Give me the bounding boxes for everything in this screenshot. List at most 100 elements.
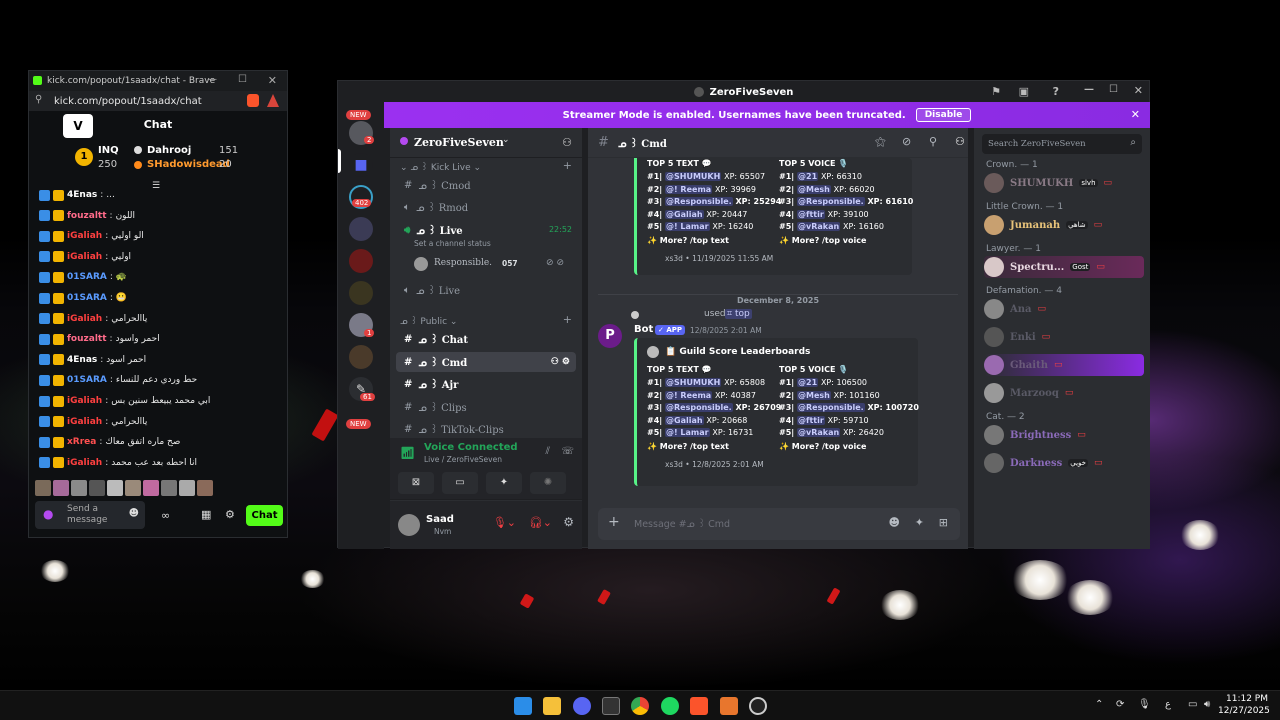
command-mention[interactable]: ⌗ top xyxy=(725,309,752,319)
search-input[interactable]: Search ZeroFiveSeven ⌕ xyxy=(982,134,1142,154)
clock-date[interactable]: 12/27/2025 xyxy=(1218,706,1270,716)
chat-username[interactable]: 01SARA xyxy=(67,293,107,303)
close-banner-icon[interactable]: ✕ xyxy=(1131,108,1140,121)
emote-thumbnail[interactable] xyxy=(107,480,123,496)
avatar[interactable] xyxy=(398,514,420,536)
chrome-icon[interactable] xyxy=(631,697,649,715)
user-mention[interactable]: @! Reema xyxy=(665,184,713,194)
mute-icon[interactable]: 🎙︎⌄ xyxy=(493,516,516,529)
bot-name[interactable]: Bot xyxy=(634,324,653,335)
user-mention[interactable]: @Responsible. xyxy=(797,403,865,413)
gear-icon[interactable]: ⚇ ⚙ xyxy=(551,357,570,367)
disable-button[interactable]: Disable xyxy=(915,108,972,122)
apps-icon[interactable]: ✦ xyxy=(915,516,924,529)
emote-thumbnail[interactable] xyxy=(89,480,105,496)
server-avatar[interactable] xyxy=(349,249,373,273)
add-channel-icon[interactable]: + xyxy=(563,313,572,326)
user-mention[interactable]: @21 xyxy=(797,378,819,387)
channel-tiktok-clips[interactable]: # ᓄ ꒱ TikTok-Clips xyxy=(396,419,576,439)
file-explorer-icon[interactable] xyxy=(543,697,561,715)
store-icon[interactable]: ▦ xyxy=(201,508,211,521)
microphone-icon[interactable]: ● xyxy=(43,507,53,521)
chat-username[interactable]: 01SARA xyxy=(67,272,107,282)
member-item[interactable]: SHUMUKH slvh ▭ xyxy=(984,172,1144,194)
member-item[interactable]: Spectru... Gost ▭ xyxy=(984,256,1144,278)
activities-button[interactable]: ✦ xyxy=(486,472,522,494)
user-mention[interactable]: @21 xyxy=(797,172,819,181)
emote-thumbnail[interactable] xyxy=(35,480,51,496)
server-avatar[interactable] xyxy=(349,345,373,369)
user-mention[interactable]: @Mesh xyxy=(797,390,831,400)
soundboard-button[interactable]: ✺ xyxy=(530,472,566,494)
chat-username[interactable]: iGaliah xyxy=(67,231,102,241)
member-item[interactable]: Ghaith ▭ xyxy=(984,354,1144,376)
channel-ajr[interactable]: # ᓄ ꒱ Ajr xyxy=(396,374,576,394)
microphone-icon[interactable]: 🎙︎ xyxy=(1138,699,1151,710)
user-mention[interactable]: @Responsible. xyxy=(665,197,733,207)
chat-username[interactable]: iGaliah xyxy=(67,417,102,427)
user-mention[interactable]: @! Lamar xyxy=(665,428,710,438)
category-kick-live[interactable]: ⌄ ᓄ ꒱ Kick Live ⌄ xyxy=(400,161,481,173)
address-bar[interactable]: ⚲ kick.com/popout/1saadx/chat xyxy=(29,91,287,111)
bot-avatar[interactable]: P xyxy=(598,324,622,348)
gift-icon[interactable]: ⊞ xyxy=(939,516,948,529)
emote-thumbnail[interactable] xyxy=(143,480,159,496)
channel-clips[interactable]: # ᓄ ꒱ Clips xyxy=(396,397,576,417)
member-item[interactable]: Jumanah شاهي ▭ xyxy=(984,214,1144,236)
emoji-icon[interactable]: ☻ xyxy=(129,508,139,519)
flag-icon[interactable]: ⚑ xyxy=(991,85,1001,98)
user-mention[interactable]: @! Reema xyxy=(665,390,713,400)
site-info-icon[interactable]: ⚲ xyxy=(35,94,42,105)
inbox-icon[interactable]: ▣ xyxy=(1019,85,1029,98)
member-item[interactable]: Enki ▭ xyxy=(984,326,1144,348)
channel-cmod[interactable]: # ᓄ ꒱ Cmod xyxy=(396,175,576,195)
channel-cmd[interactable]: # ᓄ ꒱ Cmd ⚇ ⚙ xyxy=(396,352,576,372)
emote-thumbnail[interactable] xyxy=(71,480,87,496)
add-channel-icon[interactable]: + xyxy=(563,159,572,172)
user-mention[interactable]: @Galiah xyxy=(665,415,704,425)
network-icon[interactable]: ▭ xyxy=(1188,699,1197,710)
camera-off-button[interactable]: ⊠ xyxy=(398,472,434,494)
minimize-icon[interactable]: — xyxy=(207,74,217,85)
message-input[interactable]: + Message #ᓄ ꒱ Cmd ☻ ✦ ⊞ xyxy=(598,508,960,540)
chat-send-button[interactable]: Chat xyxy=(246,505,283,526)
close-icon[interactable]: ✕ xyxy=(1134,84,1143,97)
threads-icon[interactable]: ⚝ xyxy=(875,135,886,149)
channel-rmod[interactable]: 🔈︎ ᓄ ꒱ Rmod xyxy=(396,197,576,217)
user-mention[interactable]: @SHUMUKH xyxy=(665,172,722,181)
chat-username[interactable]: iGaliah xyxy=(67,396,102,406)
expand-icon[interactable]: ☰ xyxy=(152,181,160,191)
user-mention[interactable]: @fttir xyxy=(797,209,825,219)
chat-username[interactable]: 01SARA xyxy=(67,375,107,385)
sync-icon[interactable]: ⟳ xyxy=(1116,699,1124,710)
user-mention[interactable]: @fttir xyxy=(797,415,825,425)
emoji-icon[interactable]: ☻ xyxy=(889,516,900,529)
maximize-icon[interactable]: ☐ xyxy=(1109,84,1118,95)
voice-channel-label[interactable]: Live / ZeroFiveSeven xyxy=(424,455,502,464)
emote-thumbnail[interactable] xyxy=(161,480,177,496)
discord-icon[interactable] xyxy=(573,697,591,715)
server-avatar[interactable] xyxy=(349,217,373,241)
noise-suppression-icon[interactable]: ⫽ xyxy=(546,446,550,457)
infinity-icon[interactable]: ∞ xyxy=(161,509,170,522)
chat-username[interactable]: iGaliah xyxy=(67,458,102,468)
send-message-input[interactable]: ● Send a message ☻ xyxy=(35,501,145,529)
server-header[interactable]: ZeroFiveSeven ⌄ ⚇ xyxy=(390,128,582,158)
channel-live-text[interactable]: 🔈︎ ᓄ ꒱ Live xyxy=(396,280,576,300)
chat-username[interactable]: iGaliah xyxy=(67,314,102,324)
member-item[interactable]: Marzooq ▭ xyxy=(984,382,1144,404)
user-mention[interactable]: @vRakan xyxy=(797,222,841,232)
chat-username[interactable]: 4Enas xyxy=(67,355,97,365)
user-mention[interactable]: @SHUMUKH xyxy=(665,378,722,387)
app-icon[interactable] xyxy=(749,697,767,715)
clock-time[interactable]: 11:12 PM xyxy=(1218,694,1268,704)
notification-off-icon[interactable]: ⊘ xyxy=(902,135,911,148)
member-item[interactable]: Brightness ▭ xyxy=(984,424,1144,446)
brave-rewards-icon[interactable] xyxy=(267,94,279,107)
category-public[interactable]: ᓄ ꒱ Public ⌄ xyxy=(400,315,457,327)
pin-icon[interactable]: ⚲ xyxy=(929,135,937,148)
chat-username[interactable]: 4Enas xyxy=(67,190,97,200)
minimize-icon[interactable]: — xyxy=(1084,84,1094,95)
server-avatar[interactable] xyxy=(349,281,373,305)
language-indicator[interactable]: ع xyxy=(1165,699,1171,710)
